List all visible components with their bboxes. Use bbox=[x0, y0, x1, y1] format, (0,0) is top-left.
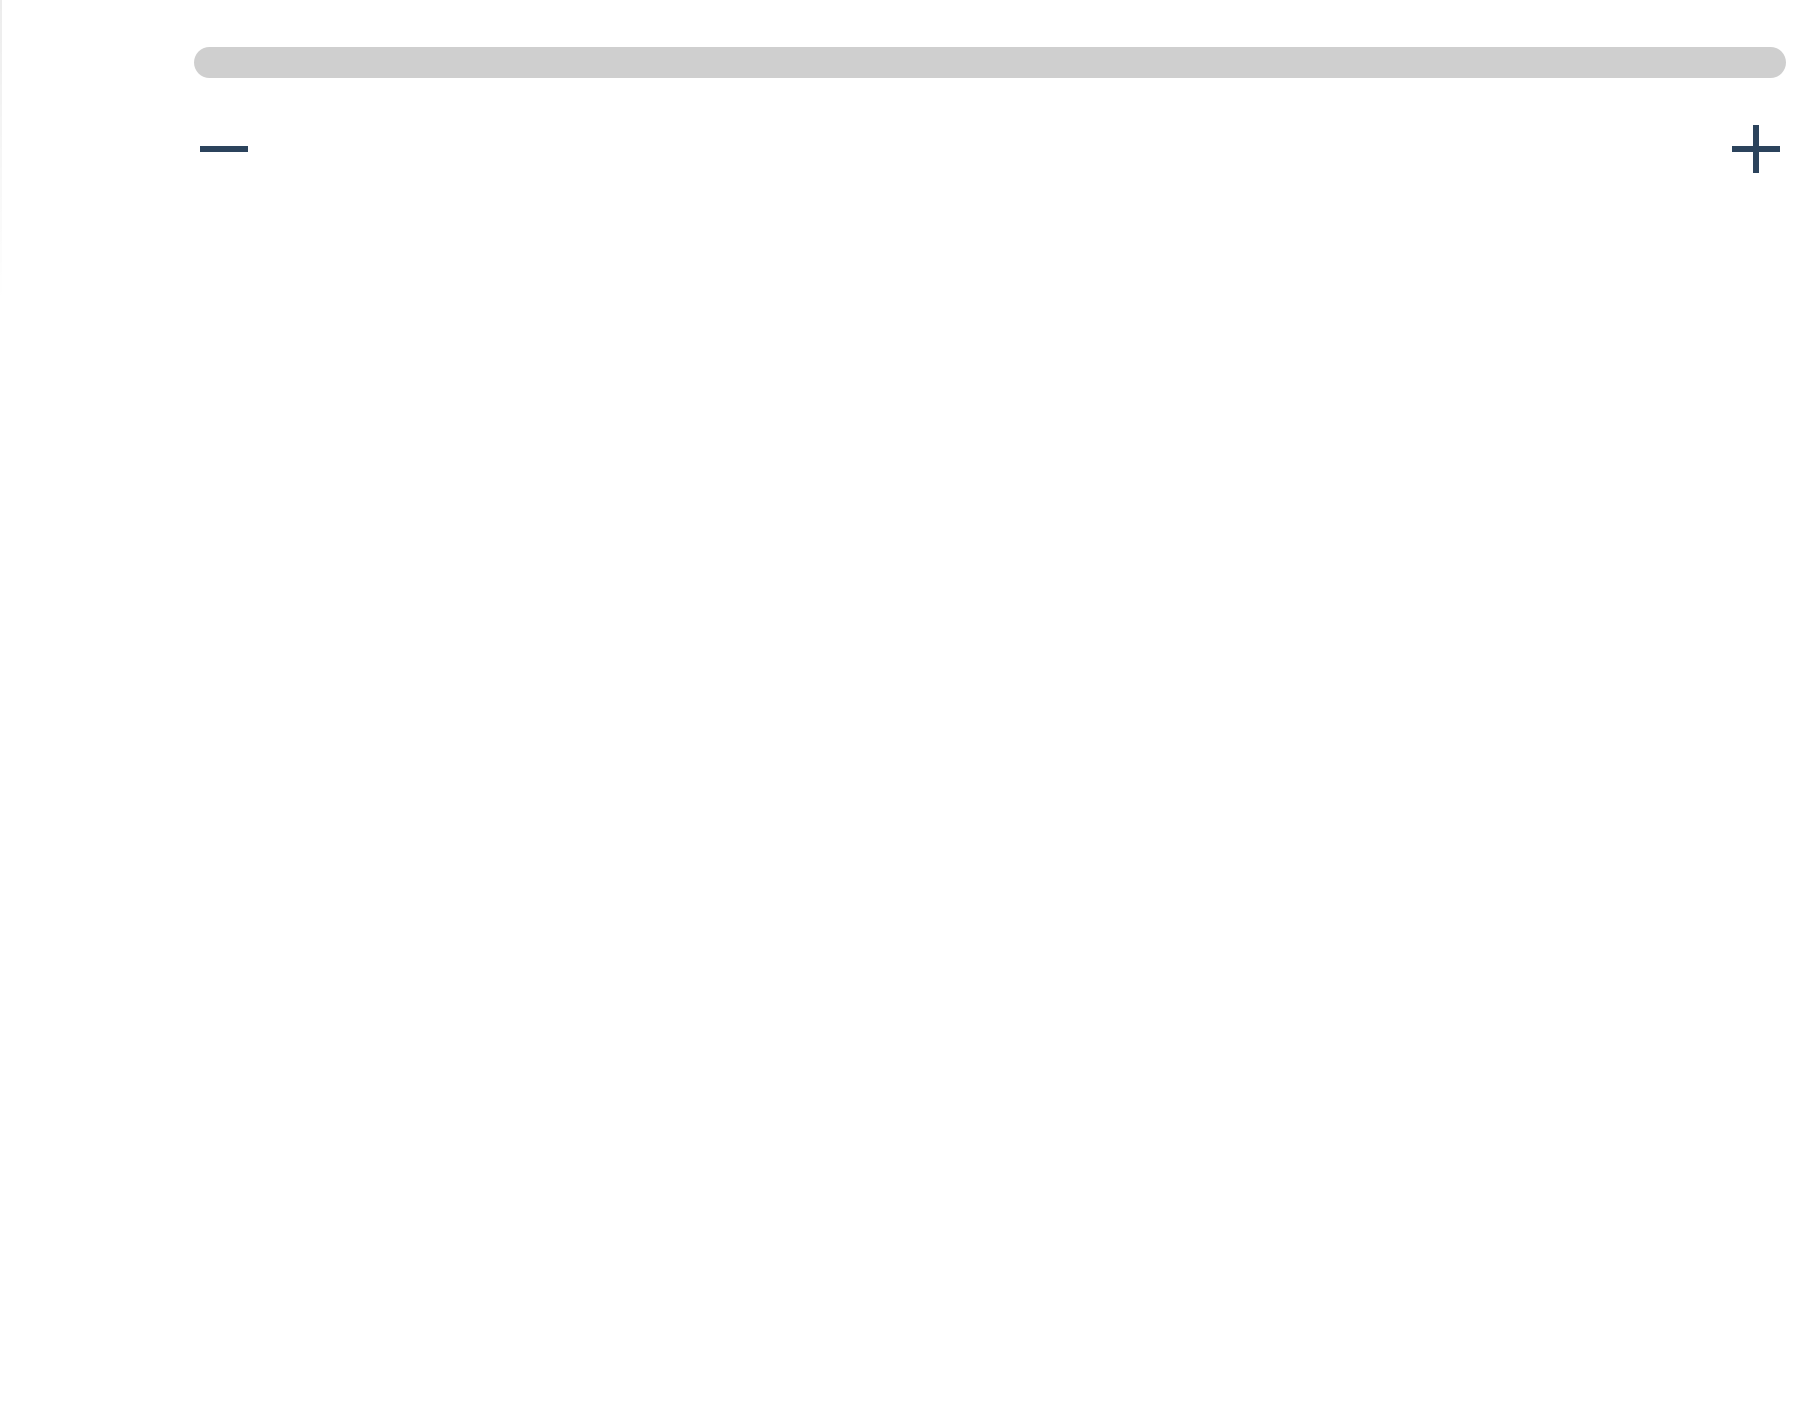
panel-edge bbox=[0, 0, 2, 300]
zoom-out-button[interactable] bbox=[194, 119, 254, 179]
zoom-slider-track[interactable] bbox=[194, 47, 1786, 78]
plus-icon bbox=[1728, 121, 1784, 177]
minus-icon bbox=[196, 121, 252, 177]
zoom-in-button[interactable] bbox=[1726, 119, 1786, 179]
zoom-slider[interactable] bbox=[194, 30, 1786, 180]
